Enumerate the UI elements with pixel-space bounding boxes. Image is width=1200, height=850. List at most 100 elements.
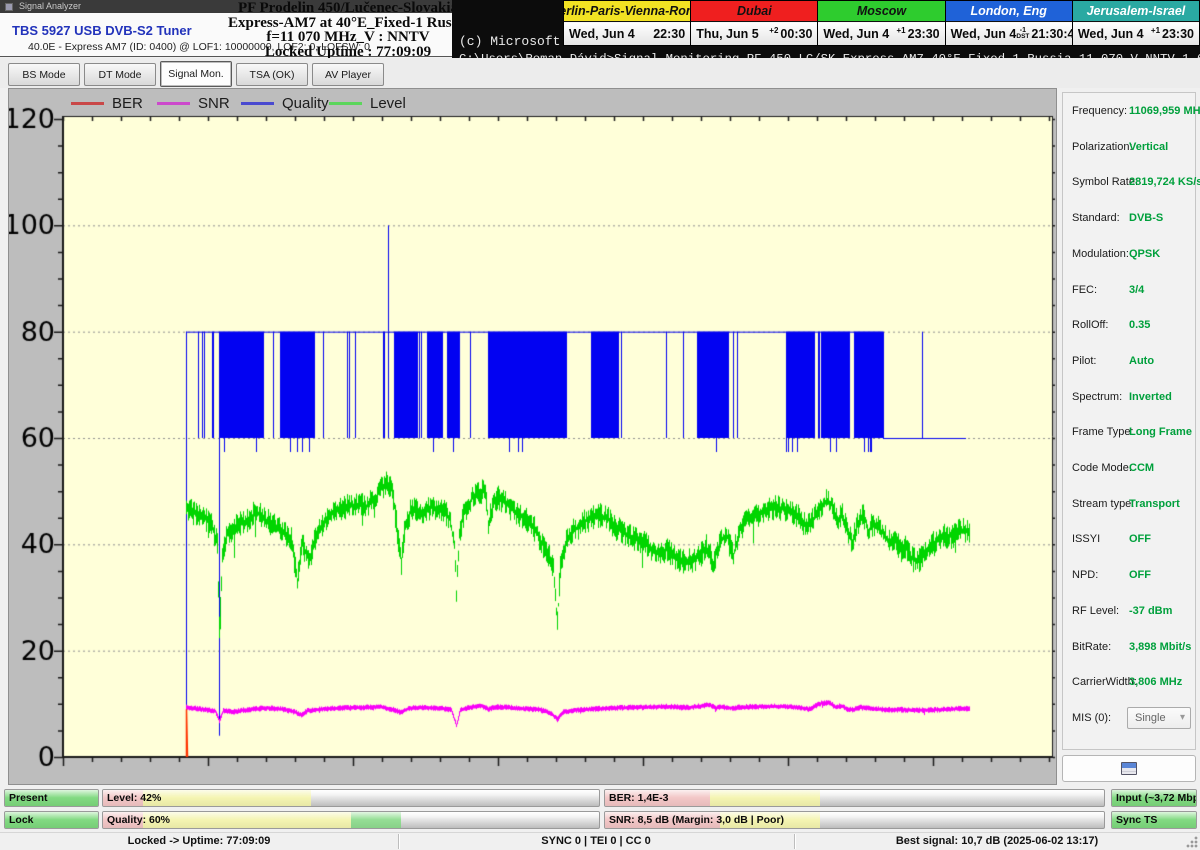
legend-swatch-quality bbox=[241, 102, 274, 105]
tab-signal-mon-[interactable]: Signal Mon. bbox=[160, 61, 232, 87]
param-value: Transport bbox=[1129, 498, 1180, 510]
param-label: MIS (0): bbox=[1072, 712, 1111, 724]
param-label: Frequency: bbox=[1072, 105, 1127, 117]
param-value: DVB-S bbox=[1129, 212, 1163, 224]
param-value: Long Frame bbox=[1129, 426, 1192, 438]
param-label: FEC: bbox=[1072, 284, 1097, 296]
legend-item-level: Level bbox=[329, 95, 406, 111]
clock-date: Wed, Jun 4 bbox=[1078, 27, 1151, 41]
header-line-2: Express-AM7 at 40°E_Fixed-1 Russia bbox=[228, 16, 468, 31]
tab-bs-mode[interactable]: BS Mode bbox=[8, 63, 80, 86]
level-bar: Level: 42% bbox=[102, 789, 600, 807]
clock-offset: +1 bbox=[1151, 26, 1160, 35]
clock-date: Thu, Jun 5 bbox=[696, 27, 769, 41]
clock-city: Moscow bbox=[818, 1, 944, 22]
ber-bar: BER: 1,4E-3 bbox=[604, 789, 1105, 807]
clock-offset: +1 bbox=[897, 26, 906, 35]
stream-list-icon bbox=[1121, 762, 1137, 775]
snr-bar: SNR: 8,5 dB (Margin: 3,0 dB | Poor) bbox=[604, 811, 1105, 829]
param-value: 3,806 MHz bbox=[1129, 676, 1182, 688]
param-value: 3/4 bbox=[1129, 284, 1144, 296]
param-row-symbol-rate-: Symbol Rate:2819,724 KS/s bbox=[1063, 166, 1195, 202]
lock-bar-label: Lock bbox=[9, 814, 34, 826]
header-line-1: PF Prodelin 450/Lučenec-Slovakia bbox=[228, 1, 468, 16]
quality-bar-label: Quality: 60% bbox=[107, 814, 170, 826]
legend-item-ber: BER bbox=[71, 95, 143, 111]
param-label: Code Mode: bbox=[1072, 462, 1132, 474]
param-value: 2819,724 KS/s bbox=[1129, 176, 1200, 188]
legend-label: Level bbox=[370, 95, 406, 112]
header-line-3: f=11 070 MHz_V : NNTV bbox=[228, 30, 468, 45]
param-label: Frame Type: bbox=[1072, 426, 1134, 438]
param-value: OFF bbox=[1129, 569, 1151, 581]
param-label: RF Level: bbox=[1072, 605, 1119, 617]
param-value: 0.35 bbox=[1129, 319, 1150, 331]
ber-bar-label: BER: 1,4E-3 bbox=[609, 792, 669, 804]
app-icon bbox=[5, 3, 13, 11]
tab-av-player[interactable]: AV Player bbox=[312, 63, 384, 86]
tuner-name: TBS 5927 USB DVB-S2 Tuner bbox=[12, 23, 192, 38]
monitoring-header: PF Prodelin 450/Lučenec-Slovakia Express… bbox=[228, 1, 468, 59]
legend-label: SNR bbox=[198, 95, 230, 112]
param-row-frame-type-: Frame Type:Long Frame bbox=[1063, 416, 1195, 452]
mis-dropdown[interactable]: Single▾ bbox=[1127, 707, 1191, 729]
param-row-npd-: NPD: OFF bbox=[1063, 559, 1195, 595]
tab-dt-mode[interactable]: DT Mode bbox=[84, 63, 156, 86]
param-row-bitrate-: BitRate:3,898 Mbit/s bbox=[1063, 631, 1195, 667]
legend-label: BER bbox=[112, 95, 143, 112]
legend-item-snr: SNR bbox=[157, 95, 230, 111]
clock-3: London, EngWed, Jun 4-1DST21:30:44 bbox=[946, 1, 1073, 45]
present-bar-label: Present bbox=[9, 792, 48, 804]
clock-time: 00:30 bbox=[780, 27, 812, 41]
parameters-box: Frequency:11069,959 MHzPolarization:Vert… bbox=[1062, 92, 1196, 750]
clock-date: Wed, Jun 4 bbox=[823, 27, 896, 41]
parameters-panel: Frequency:11069,959 MHzPolarization:Vert… bbox=[1057, 88, 1200, 785]
tab-tsa-ok-[interactable]: TSA (OK) bbox=[236, 63, 308, 86]
clock-city: Dubai bbox=[691, 1, 817, 22]
param-value: QPSK bbox=[1129, 248, 1160, 260]
legend-swatch-snr bbox=[157, 102, 190, 105]
status-best-signal: Best signal: 10,7 dB (2025-06-02 13:17) bbox=[794, 835, 1200, 847]
sync-bar-label: Sync TS bbox=[1116, 814, 1157, 826]
param-row-frequency-: Frequency:11069,959 MHz bbox=[1063, 95, 1195, 131]
clock-city: London, Eng bbox=[946, 1, 1072, 22]
window-title: Signal Analyzer bbox=[19, 0, 81, 13]
clock-date: Wed, Jun 4 bbox=[951, 27, 1017, 41]
param-value: CCM bbox=[1129, 462, 1154, 474]
clock-time: 22:30 bbox=[653, 27, 685, 41]
param-value: -37 dBm bbox=[1129, 605, 1172, 617]
param-row-carrierwidth-: CarrierWidth:3,806 MHz bbox=[1063, 666, 1195, 702]
signal-chart-canvas bbox=[9, 89, 1056, 784]
param-label: Spectrum: bbox=[1072, 391, 1122, 403]
param-label: Pilot: bbox=[1072, 355, 1096, 367]
world-clocks-window[interactable]: Berlin-Paris-Vienna-RomaWed, Jun 422:30D… bbox=[563, 0, 1200, 46]
param-row-standard-: Standard: DVB-S bbox=[1063, 202, 1195, 238]
snr-bar-label: SNR: 8,5 dB (Margin: 3,0 dB | Poor) bbox=[609, 814, 784, 826]
param-value: Auto bbox=[1129, 355, 1154, 367]
level-bar-label: Level: 42% bbox=[107, 792, 161, 804]
legend-swatch-ber bbox=[71, 102, 104, 105]
param-row-pilot-: Pilot: Auto bbox=[1063, 345, 1195, 381]
param-label: Standard: bbox=[1072, 212, 1120, 224]
input-bar: Input (~3,72 Mbps) bbox=[1111, 789, 1197, 807]
param-value: Inverted bbox=[1129, 391, 1172, 403]
clock-1: DubaiThu, Jun 5+200:30 bbox=[691, 1, 818, 45]
param-row-spectrum-: Spectrum: Inverted bbox=[1063, 381, 1195, 417]
param-row-polarization-: Polarization:Vertical bbox=[1063, 131, 1195, 167]
stream-info-button[interactable] bbox=[1062, 755, 1196, 782]
param-label: RollOff: bbox=[1072, 319, 1108, 331]
status-bar: Locked -> Uptime: 77:09:09 SYNC 0 | TEI … bbox=[0, 832, 1200, 850]
param-row-stream-type-: Stream type:Transport bbox=[1063, 488, 1195, 524]
present-bar: Present bbox=[4, 789, 99, 807]
clock-city: Jerusalem-Israel bbox=[1073, 1, 1199, 22]
clock-date: Wed, Jun 4 bbox=[569, 27, 653, 41]
legend-label: Quality bbox=[282, 95, 329, 112]
param-label: Stream type: bbox=[1072, 498, 1134, 510]
param-row-modulation-: Modulation:QPSK bbox=[1063, 238, 1195, 274]
legend-item-quality: Quality bbox=[241, 95, 329, 111]
resize-grip[interactable] bbox=[1186, 836, 1198, 848]
param-label: NPD: bbox=[1072, 569, 1098, 581]
param-value: OFF bbox=[1129, 533, 1151, 545]
param-row-rf-level-: RF Level: -37 dBm bbox=[1063, 595, 1195, 631]
param-value: 11069,959 MHz bbox=[1129, 105, 1200, 117]
